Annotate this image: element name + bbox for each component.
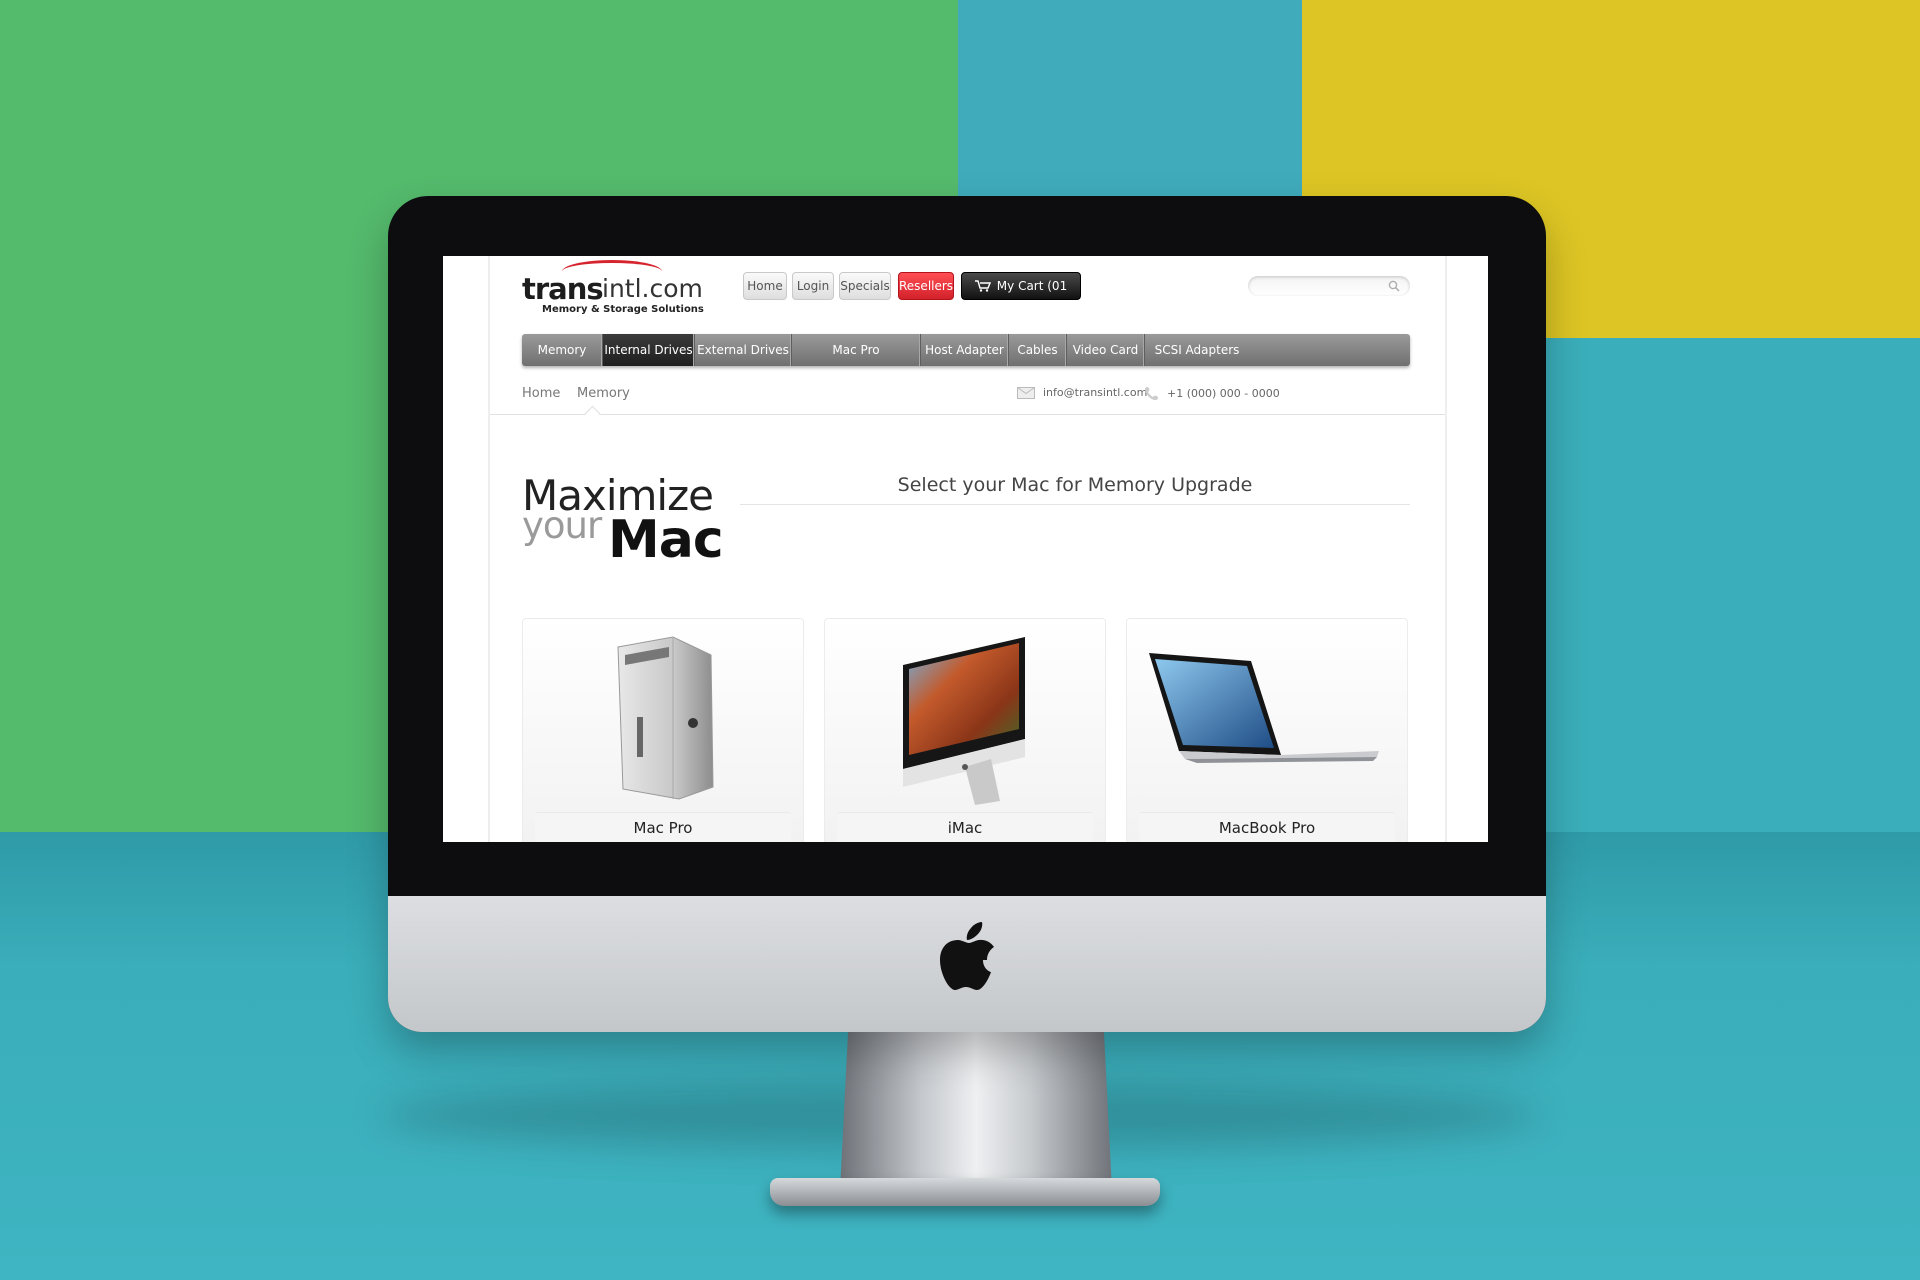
breadcrumb-memory[interactable]: Memory <box>577 386 630 401</box>
nav-item-scsi-adapters[interactable]: SCSI Adapters <box>1145 334 1249 366</box>
mac-pro-image <box>617 636 714 800</box>
nav-item-internal-drives[interactable]: Internal Drives <box>603 334 695 366</box>
home-button[interactable]: Home <box>743 272 787 300</box>
contact-phone: +1 (000) 000 - 0000 <box>1145 386 1280 400</box>
logo-text-trans: trans <box>522 272 604 306</box>
logo-tagline: Memory & Storage Solutions <box>542 304 704 315</box>
select-mac-underline <box>740 504 1410 505</box>
monitor-screen: trans intl.com Memory & Storage Solution… <box>443 256 1488 842</box>
hero-mac: Mac <box>608 510 724 570</box>
hero-your: your <box>522 504 602 547</box>
search-input[interactable] <box>1248 276 1410 296</box>
cart-label: My Cart (01 items) <box>996 279 1068 319</box>
product-card-macbook-pro[interactable]: MacBook Pro <box>1126 618 1408 842</box>
breadcrumb-home[interactable]: Home <box>522 386 560 401</box>
nav-item-video-card[interactable]: Video Card <box>1067 334 1145 366</box>
contact-email-text: info@transintl.com <box>1043 386 1148 399</box>
header-divider <box>490 414 1445 415</box>
nav-item-mac-pro-enhancement[interactable]: Mac Pro Enhancement <box>792 334 921 389</box>
monitor-stand-base <box>770 1178 1160 1206</box>
select-mac-heading: Select your Mac for Memory Upgrade <box>897 474 1253 496</box>
contact-phone-text: +1 (000) 000 - 0000 <box>1167 387 1280 400</box>
main-nav: Memory Internal Drives External Drives M… <box>522 334 1410 389</box>
imac-monitor: trans intl.com Memory & Storage Solution… <box>388 196 1546 1032</box>
product-label-mac-pro: Mac Pro <box>535 812 791 842</box>
product-card-imac[interactable]: iMac <box>824 618 1106 842</box>
nav-item-host-adapter[interactable]: Host Adapter <box>921 334 1009 366</box>
site-logo[interactable]: trans intl.com Memory & Storage Solution… <box>522 260 722 320</box>
product-label-macbook-pro: MacBook Pro <box>1139 812 1395 842</box>
imac-image <box>903 637 1025 805</box>
apple-logo-icon <box>940 922 994 990</box>
login-button[interactable]: Login <box>792 272 834 300</box>
mail-icon <box>1017 387 1035 399</box>
nav-item-memory[interactable]: Memory <box>522 334 603 366</box>
website-page: trans intl.com Memory & Storage Solution… <box>488 256 1447 842</box>
breadcrumb-pointer <box>584 405 601 422</box>
product-label-imac: iMac <box>837 812 1093 842</box>
cart-icon <box>974 280 991 292</box>
nav-item-cables[interactable]: Cables <box>1009 334 1067 366</box>
monitor-stand-neck <box>840 1030 1112 1190</box>
resellers-button[interactable]: Resellers <box>898 272 954 300</box>
macbook-pro-image <box>1149 653 1379 763</box>
cart-button[interactable]: My Cart (01 items) <box>961 272 1081 319</box>
phone-icon <box>1145 387 1158 400</box>
logo-text-intl: intl.com <box>602 274 703 303</box>
contact-email[interactable]: info@transintl.com <box>1017 386 1147 399</box>
nav-item-external-drives[interactable]: External Drives <box>695 334 792 366</box>
product-card-mac-pro[interactable]: Mac Pro <box>522 618 804 842</box>
search-icon[interactable] <box>1388 280 1400 292</box>
specials-button[interactable]: Specials <box>839 272 891 300</box>
